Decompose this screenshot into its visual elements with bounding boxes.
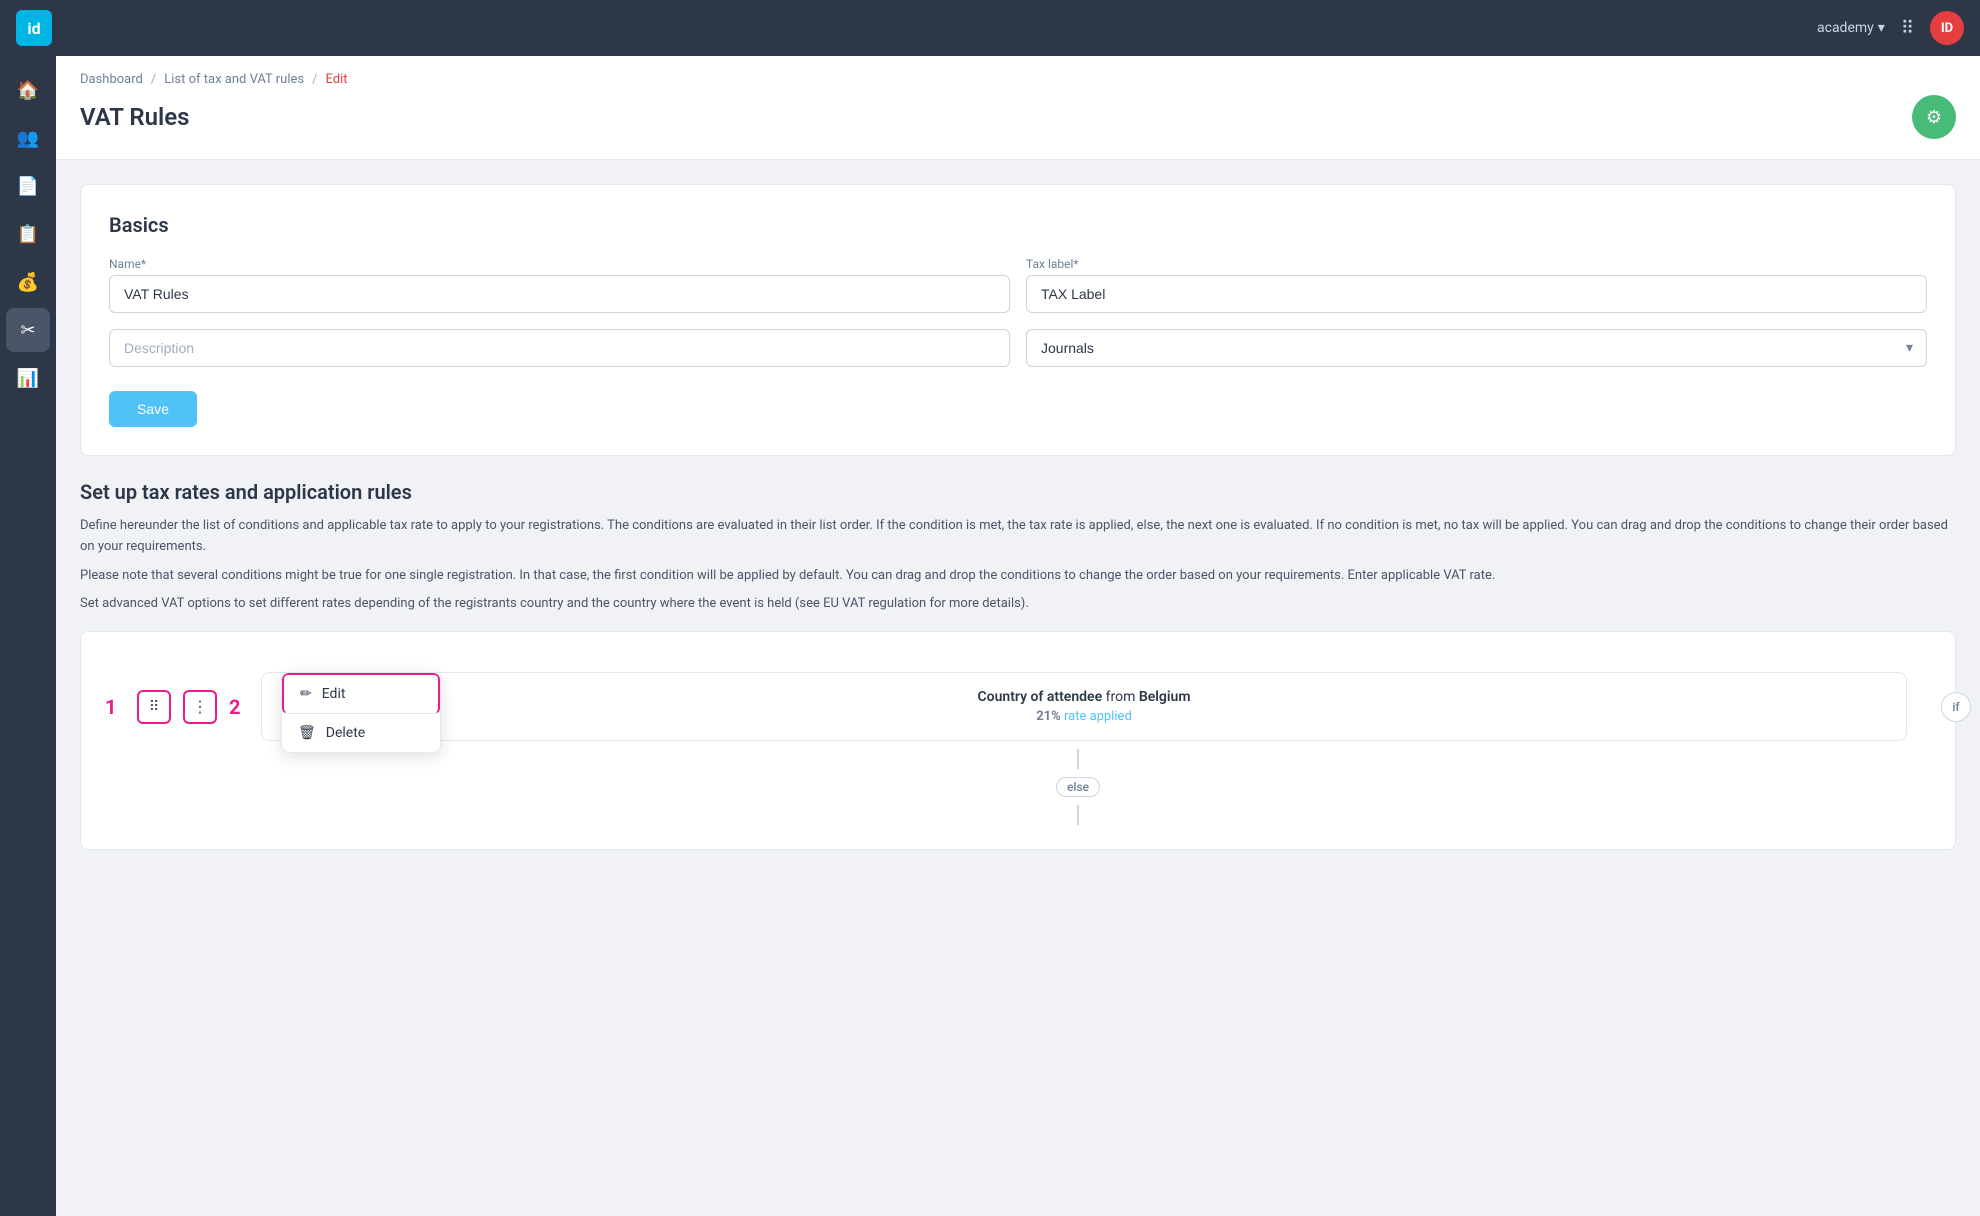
sidebar-item-list[interactable]: 📋: [6, 212, 50, 256]
connector-line-1: [1077, 749, 1079, 769]
chevron-down-icon: ▾: [1878, 20, 1885, 36]
breadcrumb-edit: Edit: [325, 72, 347, 87]
basics-section-title: Basics: [109, 213, 1927, 237]
else-area: else: [225, 749, 1931, 825]
tax-description-2: Please note that several conditions migh…: [80, 566, 1956, 587]
rule-title: Country of attendee from Belgium: [282, 689, 1886, 705]
context-menu-edit[interactable]: ✏ Edit: [282, 673, 440, 714]
tax-section-title: Set up tax rates and application rules: [80, 480, 1956, 504]
topbar-right: academy ▾ ⠿ ID: [1817, 11, 1964, 45]
tax-label-input[interactable]: [1026, 275, 1927, 313]
app-logo[interactable]: id: [16, 10, 52, 46]
rules-container: ✏ Edit 🗑 Delete 1 ⠿ ⋮ 2 Country of atten…: [80, 631, 1956, 850]
academy-selector[interactable]: academy ▾: [1817, 20, 1885, 36]
name-group: Name*: [109, 257, 1010, 313]
sidebar: 🏠 👥 📄 📋 💰 ✂ 📊: [0, 56, 56, 1216]
rule-rate: 21% rate applied: [282, 709, 1886, 724]
breadcrumb-list[interactable]: List of tax and VAT rules: [164, 72, 304, 87]
sidebar-item-report[interactable]: 📊: [6, 356, 50, 400]
tax-section: Set up tax rates and application rules D…: [80, 480, 1956, 850]
name-label: Name*: [109, 257, 1010, 271]
avatar[interactable]: ID: [1930, 11, 1964, 45]
tax-description-1: Define hereunder the list of conditions …: [80, 516, 1956, 558]
trash-icon: 🗑: [298, 725, 316, 741]
context-menu-delete[interactable]: 🗑 Delete: [282, 714, 440, 752]
description-input[interactable]: [109, 329, 1010, 367]
breadcrumb-separator-1: /: [151, 72, 156, 87]
edit-icon: ✏: [300, 686, 312, 702]
sidebar-item-users[interactable]: 👥: [6, 116, 50, 160]
connector-line-2: [1077, 805, 1079, 825]
topbar: id academy ▾ ⠿ ID: [0, 0, 1980, 56]
breadcrumb-separator-2: /: [312, 72, 317, 87]
sidebar-item-documents[interactable]: 📄: [6, 164, 50, 208]
page-title: VAT Rules: [80, 103, 190, 131]
settings-button[interactable]: ⚙: [1912, 95, 1956, 139]
grid-icon[interactable]: ⠿: [1901, 18, 1914, 39]
page-header: Dashboard / List of tax and VAT rules / …: [56, 56, 1980, 160]
rate-applied-text: rate applied: [1064, 709, 1132, 724]
rule-country: Belgium: [1139, 689, 1191, 705]
drag-handle[interactable]: ⠿: [137, 690, 171, 724]
description-group: [109, 329, 1010, 367]
form-row-2: Journals ▾: [109, 329, 1927, 367]
page-title-row: VAT Rules ⚙: [80, 95, 1956, 139]
journals-group: Journals ▾: [1026, 329, 1927, 367]
form-row-1: Name* Tax label*: [109, 257, 1927, 313]
name-input[interactable]: [109, 275, 1010, 313]
tax-label-label: Tax label*: [1026, 257, 1927, 271]
more-options-button[interactable]: ⋮: [183, 690, 217, 724]
sidebar-item-money[interactable]: 💰: [6, 260, 50, 304]
main-content: Dashboard / List of tax and VAT rules / …: [56, 56, 1980, 1216]
tax-description-3: Set advanced VAT options to set differen…: [80, 594, 1956, 615]
breadcrumb: Dashboard / List of tax and VAT rules / …: [80, 72, 1956, 87]
rule-number-2: 2: [229, 695, 249, 719]
save-button[interactable]: Save: [109, 391, 197, 427]
if-badge: if: [1941, 692, 1971, 722]
context-menu: ✏ Edit 🗑 Delete: [281, 672, 441, 753]
rule-card: Country of attendee from Belgium 21% rat…: [261, 672, 1907, 741]
sidebar-item-tax[interactable]: ✂: [6, 308, 50, 352]
else-badge: else: [1056, 777, 1100, 797]
rule-number-1: 1: [105, 695, 125, 719]
breadcrumb-dashboard[interactable]: Dashboard: [80, 72, 143, 87]
gear-icon: ⚙: [1926, 107, 1942, 128]
basics-card: Basics Name* Tax label* Journals ▾ Sav: [80, 184, 1956, 456]
journals-select[interactable]: Journals: [1026, 329, 1927, 367]
sidebar-item-home[interactable]: 🏠: [6, 68, 50, 112]
tax-label-group: Tax label*: [1026, 257, 1927, 313]
